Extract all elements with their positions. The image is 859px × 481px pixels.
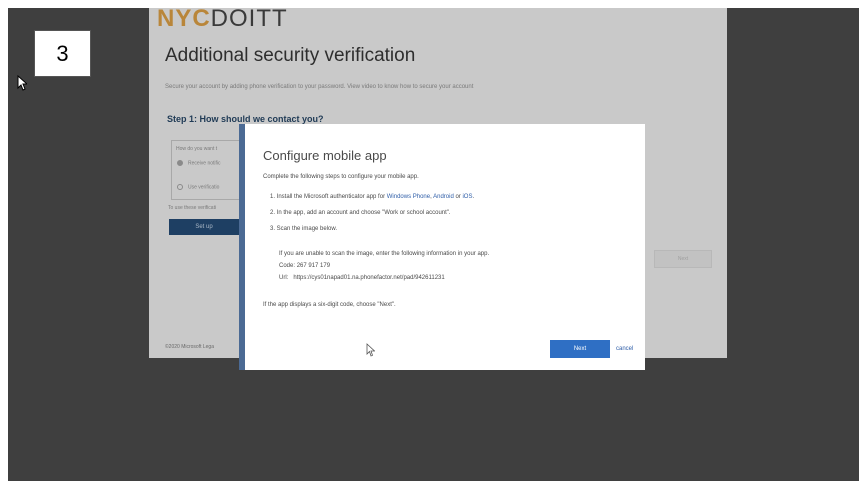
page-title: Additional security verification [165, 45, 416, 66]
dialog-step-2: 2. In the app, add an account and choose… [270, 210, 451, 216]
pointer-cursor-icon [366, 343, 375, 357]
configure-mobile-app-dialog: Configure mobile app Complete the follow… [245, 124, 645, 370]
dialog-step-3: 3. Scan the image below. [270, 226, 338, 232]
setup-button[interactable]: Set up [169, 219, 239, 235]
step-number-badge: 3 [34, 30, 91, 77]
dialog-step-1: 1. Install the Microsoft authenticator a… [270, 194, 475, 200]
activation-code: Code: 267 917 179 [279, 263, 331, 269]
android-link[interactable]: Android [433, 194, 454, 200]
background-next-button[interactable]: Next [654, 250, 712, 268]
ios-link[interactable]: iOS [462, 194, 472, 200]
activation-url: Url: https://cys01napad01.na.phonefactor… [279, 275, 445, 281]
manual-entry-instructions: If you are unable to scan the image, ent… [279, 251, 490, 257]
radio-selected-icon[interactable] [177, 160, 183, 166]
dialog-title: Configure mobile app [263, 148, 387, 163]
windows-phone-link[interactable]: Windows Phone [387, 194, 430, 200]
contact-method-legend: How do you want t [176, 146, 218, 152]
arrow-cursor-icon [17, 75, 27, 91]
footer-copyright: ©2020 Microsoft Lega [165, 344, 214, 350]
nyc-doitt-logo: NYCDOITT [157, 5, 288, 32]
option-use-verification-code[interactable]: Use verificatio [177, 184, 219, 190]
step-heading: Step 1: How should we contact you? [167, 114, 324, 124]
use-verification-text: To use these verificati [168, 205, 217, 211]
six-digit-note: If the app displays a six-digit code, ch… [263, 302, 396, 308]
option-receive-notifications[interactable]: Receive notific [177, 160, 221, 166]
next-button[interactable]: Next [550, 340, 610, 358]
cancel-link[interactable]: cancel [616, 346, 633, 352]
radio-icon[interactable] [177, 184, 183, 190]
page-description: Secure your account by adding phone veri… [165, 84, 474, 90]
dialog-intro: Complete the following steps to configur… [263, 174, 419, 180]
